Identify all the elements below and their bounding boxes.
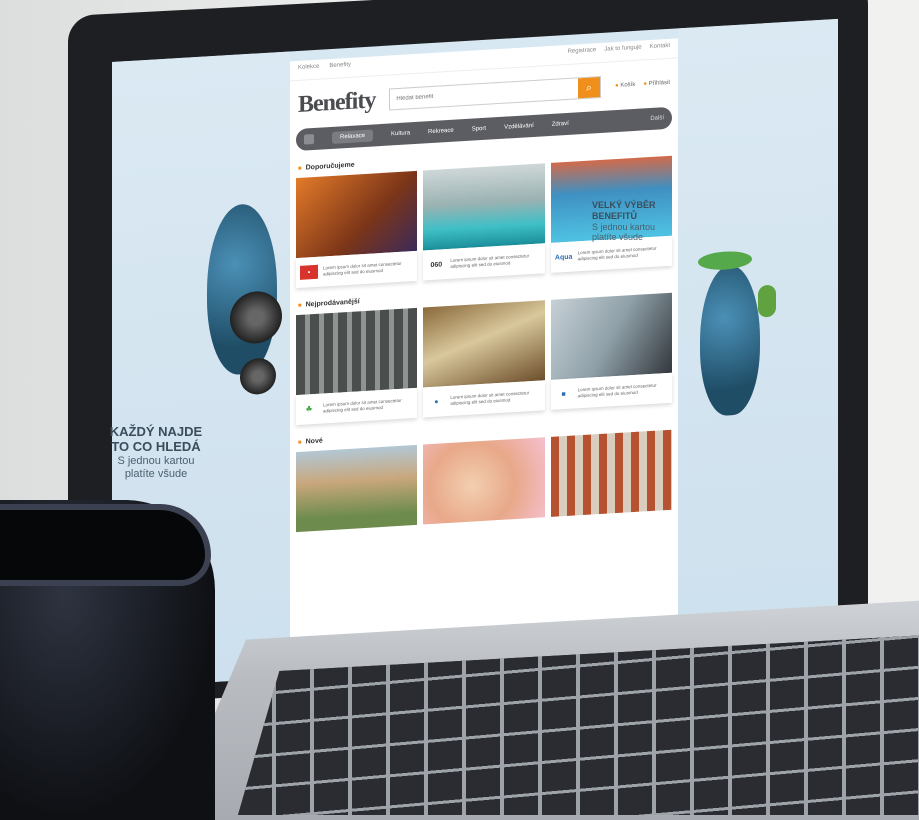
- nav-item[interactable]: Sport: [472, 126, 486, 133]
- offer-card[interactable]: 060 Lorem ipsum dolor sit amet consectetu…: [423, 163, 545, 281]
- search-box: ⌕: [389, 75, 602, 111]
- card-row: [290, 429, 678, 533]
- promo-subtext: S jednou kartou: [117, 454, 195, 467]
- sombrero-icon: [698, 249, 752, 272]
- login-link[interactable]: ● Přihlásit: [643, 80, 670, 88]
- card-image: [423, 300, 545, 388]
- partner-logo: Aqua: [554, 253, 573, 262]
- promo-headline: VELKÝ VÝBĚR: [592, 200, 656, 210]
- card-row: ☘ Lorem ipsum dolor sit amet consectetur …: [290, 292, 678, 426]
- offer-card[interactable]: [423, 437, 545, 525]
- cactus-icon: [758, 284, 776, 318]
- offer-card[interactable]: [296, 444, 418, 533]
- cart-label: Košík: [620, 81, 636, 89]
- card-image: [550, 292, 672, 380]
- promo-headline: KAŽDÝ NAJDE: [109, 424, 203, 439]
- logo[interactable]: Benefity: [298, 87, 375, 119]
- card-image: [550, 429, 672, 517]
- dumbbell-icon: [230, 289, 282, 345]
- partner-logo: ●: [434, 398, 439, 406]
- offer-card[interactable]: ■ Lorem ipsum dolor sit amet consectetur …: [550, 292, 672, 410]
- topbar-link[interactable]: Kolekce: [298, 64, 319, 76]
- offer-card[interactable]: [550, 429, 672, 517]
- card-image: [296, 307, 418, 396]
- card-text: Lorem ipsum dolor sit amet consectetur a…: [323, 260, 402, 277]
- card-text: Lorem ipsum dolor sit amet consectetur a…: [323, 397, 402, 414]
- login-label: Přihlásit: [648, 79, 670, 88]
- mug-rim: [0, 504, 211, 586]
- promo-left-text: KAŽDÝ NAJDE TO CO HLEDÁ S jednou kartou …: [96, 424, 216, 480]
- cart-link[interactable]: ● Košík: [615, 82, 635, 89]
- promo-headline: TO CO HLEDÁ: [111, 438, 201, 454]
- promo-subtext: platíte všude: [592, 232, 644, 243]
- cart-icon: ●: [615, 82, 619, 90]
- topbar-link[interactable]: Jak to funguje: [604, 45, 641, 58]
- dumbbell-icon: [240, 357, 276, 396]
- card-image: [423, 437, 545, 525]
- promo-headline: BENEFITŮ: [592, 210, 637, 221]
- penguin-mascot-right: [700, 263, 760, 418]
- partner-logo: ▪: [300, 264, 318, 280]
- search-button[interactable]: ⌕: [578, 77, 601, 99]
- card-image: [423, 163, 545, 251]
- card-text: Lorem ipsum dolor sit amet consectetur a…: [450, 390, 530, 406]
- nav-more[interactable]: Další: [650, 115, 664, 122]
- offer-card[interactable]: ▪ Lorem ipsum dolor sit amet consectetur …: [296, 170, 418, 289]
- nav-item[interactable]: Zdraví: [552, 121, 569, 128]
- nav-item[interactable]: Vzdělávání: [504, 123, 534, 131]
- nav-item[interactable]: Rekreace: [428, 128, 454, 136]
- partner-logo: ☘: [305, 406, 313, 414]
- card-text: Lorem ipsum dolor sit amet consectetur a…: [577, 245, 657, 262]
- partner-logo: ■: [561, 390, 566, 398]
- promo-right-text: VELKÝ VÝBĚR BENEFITŮ S jednou kartou pla…: [592, 200, 692, 243]
- user-icon: ●: [643, 81, 647, 88]
- partner-logo: 060: [430, 260, 443, 269]
- right-banner[interactable]: [678, 18, 838, 669]
- topbar-link[interactable]: Kontakt: [650, 43, 670, 55]
- grid-menu-icon[interactable]: [304, 133, 314, 145]
- search-icon: ⌕: [586, 81, 592, 94]
- card-image: [296, 170, 418, 259]
- offer-card[interactable]: ☘ Lorem ipsum dolor sit amet consectetur …: [296, 307, 418, 426]
- nav-item[interactable]: Relaxace: [332, 129, 374, 144]
- nav-item[interactable]: Kultura: [391, 130, 410, 137]
- promo-subtext: S jednou kartou: [592, 221, 656, 232]
- card-image: [296, 444, 418, 533]
- topbar-link[interactable]: Registrace: [568, 47, 597, 60]
- card-text: Lorem ipsum dolor sit amet consectetur a…: [577, 382, 657, 399]
- offer-card[interactable]: ● Lorem ipsum dolor sit amet consectetur …: [423, 300, 545, 418]
- website: Kolekce Benefity Registrace Jak to fungu…: [290, 38, 678, 688]
- laptop-screen: Kolekce Benefity Registrace Jak to fungu…: [112, 18, 838, 688]
- topbar-link[interactable]: Benefity: [329, 62, 351, 74]
- penguin-mascot-left: [207, 202, 277, 377]
- card-text: Lorem ipsum dolor sit amet consectetur a…: [450, 253, 530, 269]
- promo-subtext: platíte všude: [124, 467, 188, 480]
- search-input[interactable]: [390, 79, 579, 109]
